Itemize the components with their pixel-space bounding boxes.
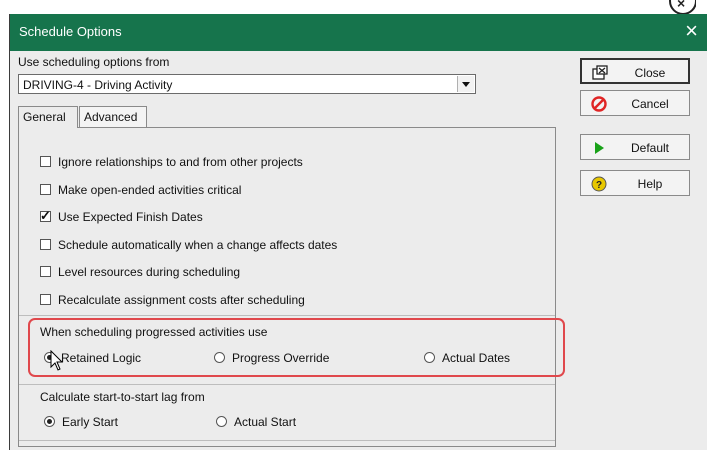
lag-label: Calculate start-to-start lag from: [40, 390, 205, 404]
checkbox-recalculate-costs[interactable]: [40, 294, 51, 305]
close-window-icon: [592, 65, 608, 80]
progressed-label: When scheduling progressed activities us…: [40, 325, 268, 339]
help-button-label: Help: [637, 177, 663, 191]
radio-early-start[interactable]: [44, 416, 55, 427]
source-label: Use scheduling options from: [18, 55, 170, 69]
tab-advanced[interactable]: Advanced: [79, 106, 147, 127]
chevron-down-icon[interactable]: [457, 76, 474, 92]
svg-text:?: ?: [596, 180, 602, 191]
option-label: Schedule automatically when a change aff…: [58, 238, 338, 252]
checkbox-level-resources[interactable]: [40, 266, 51, 277]
default-button[interactable]: Default: [580, 134, 690, 160]
close-icon[interactable]: ×: [685, 18, 698, 44]
cancel-button[interactable]: Cancel: [580, 90, 690, 116]
source-dropdown[interactable]: DRIVING-4 - Driving Activity: [18, 74, 476, 94]
checkbox-expected-finish[interactable]: ✓: [40, 208, 51, 223]
checkbox-schedule-automatically[interactable]: [40, 239, 51, 250]
cancel-icon: [591, 96, 607, 112]
source-value: DRIVING-4 - Driving Activity: [23, 78, 173, 92]
radio-label: Early Start: [62, 415, 119, 429]
option-label: Make open-ended activities critical: [58, 183, 242, 197]
radio-label: Actual Dates: [442, 351, 511, 365]
close-button[interactable]: Close: [580, 58, 690, 84]
option-label: Use Expected Finish Dates: [58, 210, 203, 224]
radio-label: Actual Start: [234, 415, 297, 429]
option-label: Ignore relationships to and from other p…: [58, 155, 303, 169]
option-label: Recalculate assignment costs after sched…: [58, 293, 305, 307]
check-mark-icon: ✓: [40, 208, 51, 223]
help-button[interactable]: ? Help: [580, 170, 690, 196]
tab-general[interactable]: General: [18, 106, 78, 128]
play-arrow-icon: [595, 142, 604, 154]
radio-actual-dates[interactable]: [424, 352, 435, 363]
title-bar: Schedule Options ×: [10, 14, 707, 51]
divider: [19, 440, 555, 441]
option-label: Level resources during scheduling: [58, 265, 241, 279]
default-button-label: Default: [630, 141, 670, 155]
divider: [19, 384, 555, 385]
help-icon: ?: [591, 176, 607, 192]
checkbox-open-ended-critical[interactable]: [40, 184, 51, 195]
mouse-cursor-icon: [50, 350, 64, 371]
divider: [19, 315, 555, 316]
radio-label: Progress Override: [232, 351, 330, 365]
close-button-label: Close: [634, 66, 666, 80]
cancel-button-label: Cancel: [631, 97, 669, 111]
overlay-close-icon: [668, 0, 696, 14]
dialog-title: Schedule Options: [19, 24, 122, 39]
radio-label: Retained Logic: [61, 351, 142, 365]
checkbox-ignore-relationships[interactable]: [40, 156, 51, 167]
radio-progress-override[interactable]: [214, 352, 225, 363]
radio-actual-start[interactable]: [216, 416, 227, 427]
